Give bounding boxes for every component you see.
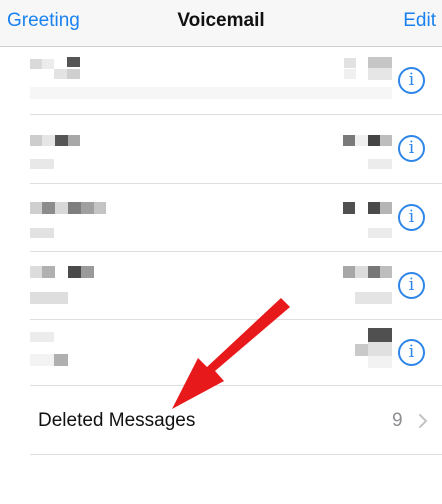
annotation-arrow xyxy=(172,298,290,409)
